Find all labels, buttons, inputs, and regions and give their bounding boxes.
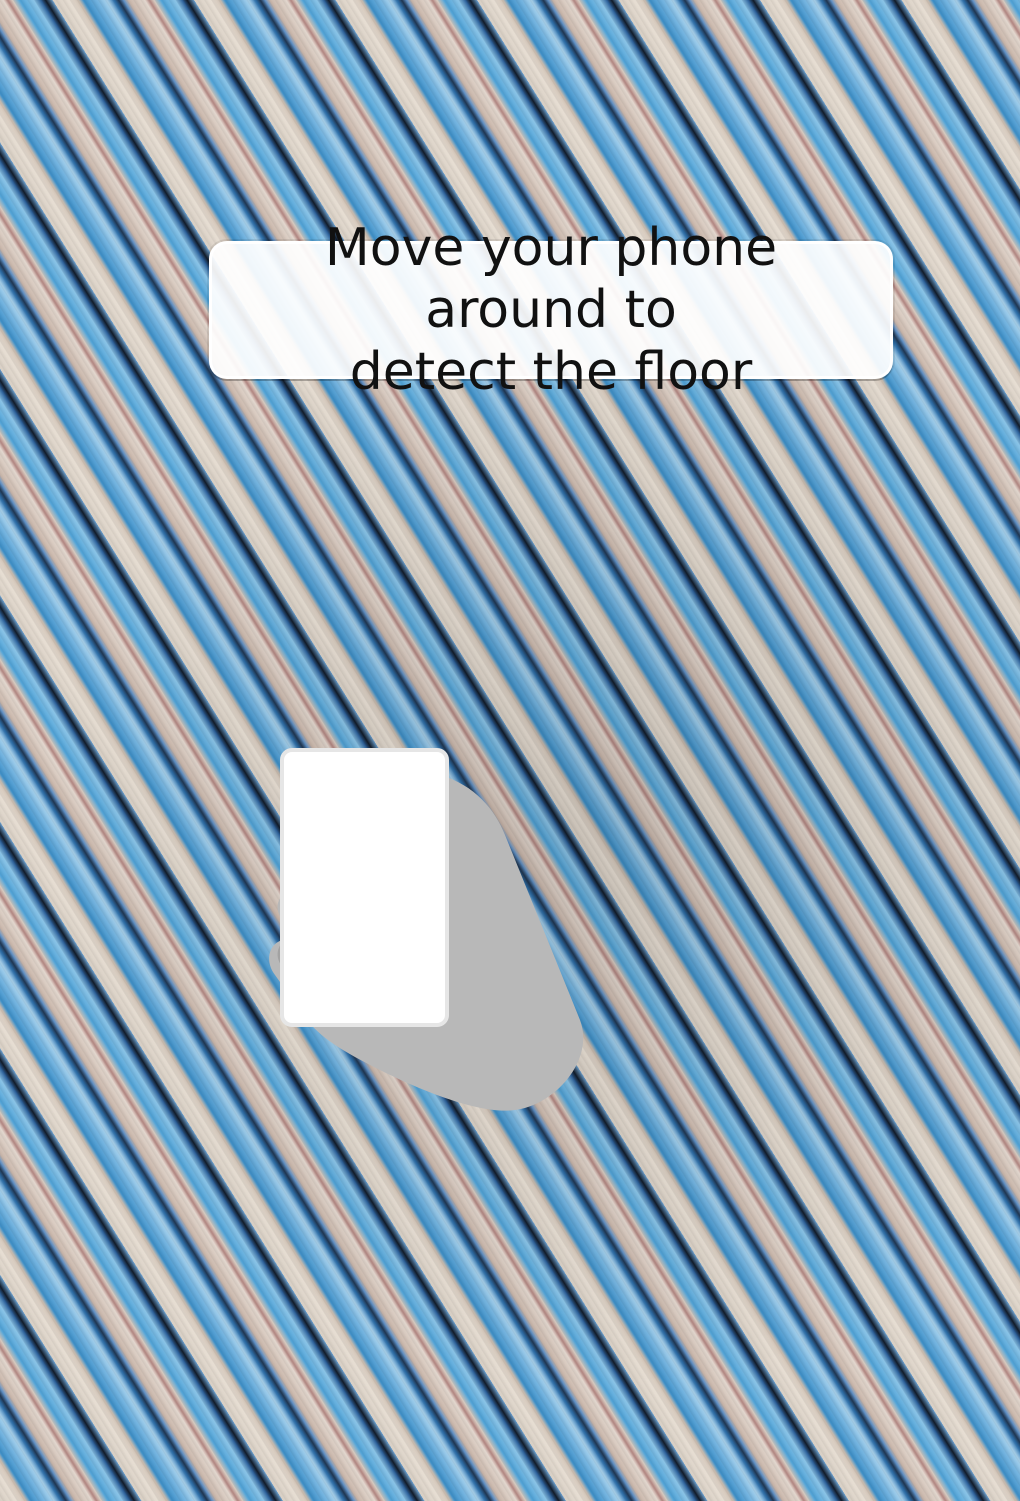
phone-screen	[290, 760, 439, 1015]
instruction-chip: Move your phone around to detect the flo…	[209, 218, 893, 402]
phone-in-hand-icon	[230, 740, 610, 1120]
instruction-text: Move your phone around to detect the flo…	[324, 218, 778, 402]
ar-camera-view: Move your phone around to detect the flo…	[0, 0, 1020, 1501]
